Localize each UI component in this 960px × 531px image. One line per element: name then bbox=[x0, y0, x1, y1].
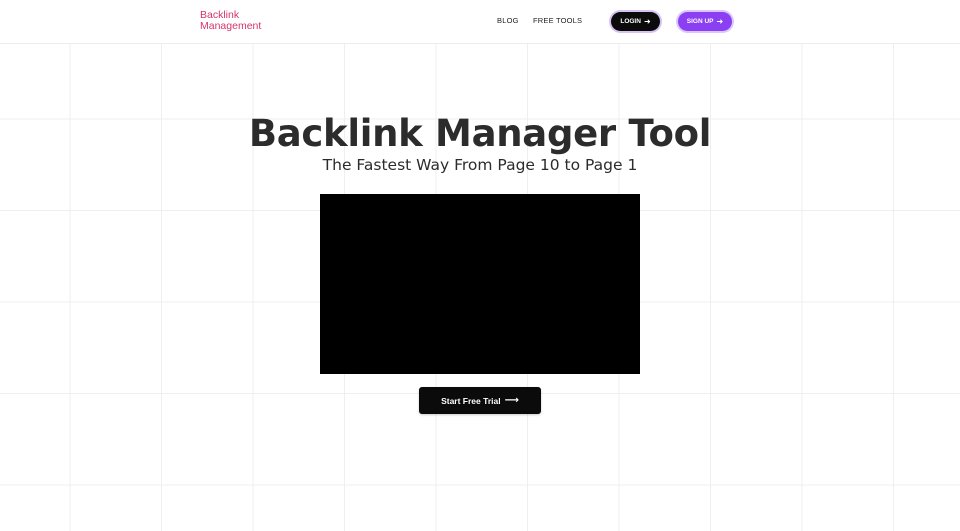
arrow-right-icon: ➜ bbox=[643, 16, 651, 26]
nav-link-blog[interactable]: BLOG bbox=[497, 16, 519, 25]
signup-button[interactable]: SIGN UP ➜ bbox=[678, 12, 732, 31]
long-arrow-right-icon: ⟶ bbox=[504, 394, 519, 406]
arrow-right-icon: ➜ bbox=[716, 16, 724, 26]
login-label: LOGIN bbox=[620, 18, 641, 25]
cta-label: Start Free Trial bbox=[441, 395, 501, 406]
logo-line-2: Management bbox=[200, 20, 262, 32]
video-player[interactable] bbox=[320, 194, 640, 374]
hero-title: Backlink Manager Tool bbox=[248, 112, 712, 155]
login-button[interactable]: LOGIN ➜ bbox=[611, 12, 660, 31]
start-free-trial-button[interactable]: Start Free Trial ⟶ bbox=[419, 387, 541, 414]
hero-subtitle: The Fastest Way From Page 10 to Page 1 bbox=[322, 156, 638, 174]
signup-label: SIGN UP bbox=[686, 18, 714, 25]
brand-logo[interactable]: Backlink Management bbox=[200, 10, 280, 32]
nav-link-free-tools[interactable]: FREE TOOLS bbox=[533, 16, 582, 25]
top-navbar: Backlink Management BLOG FREE TOOLS LOGI… bbox=[0, 0, 960, 44]
